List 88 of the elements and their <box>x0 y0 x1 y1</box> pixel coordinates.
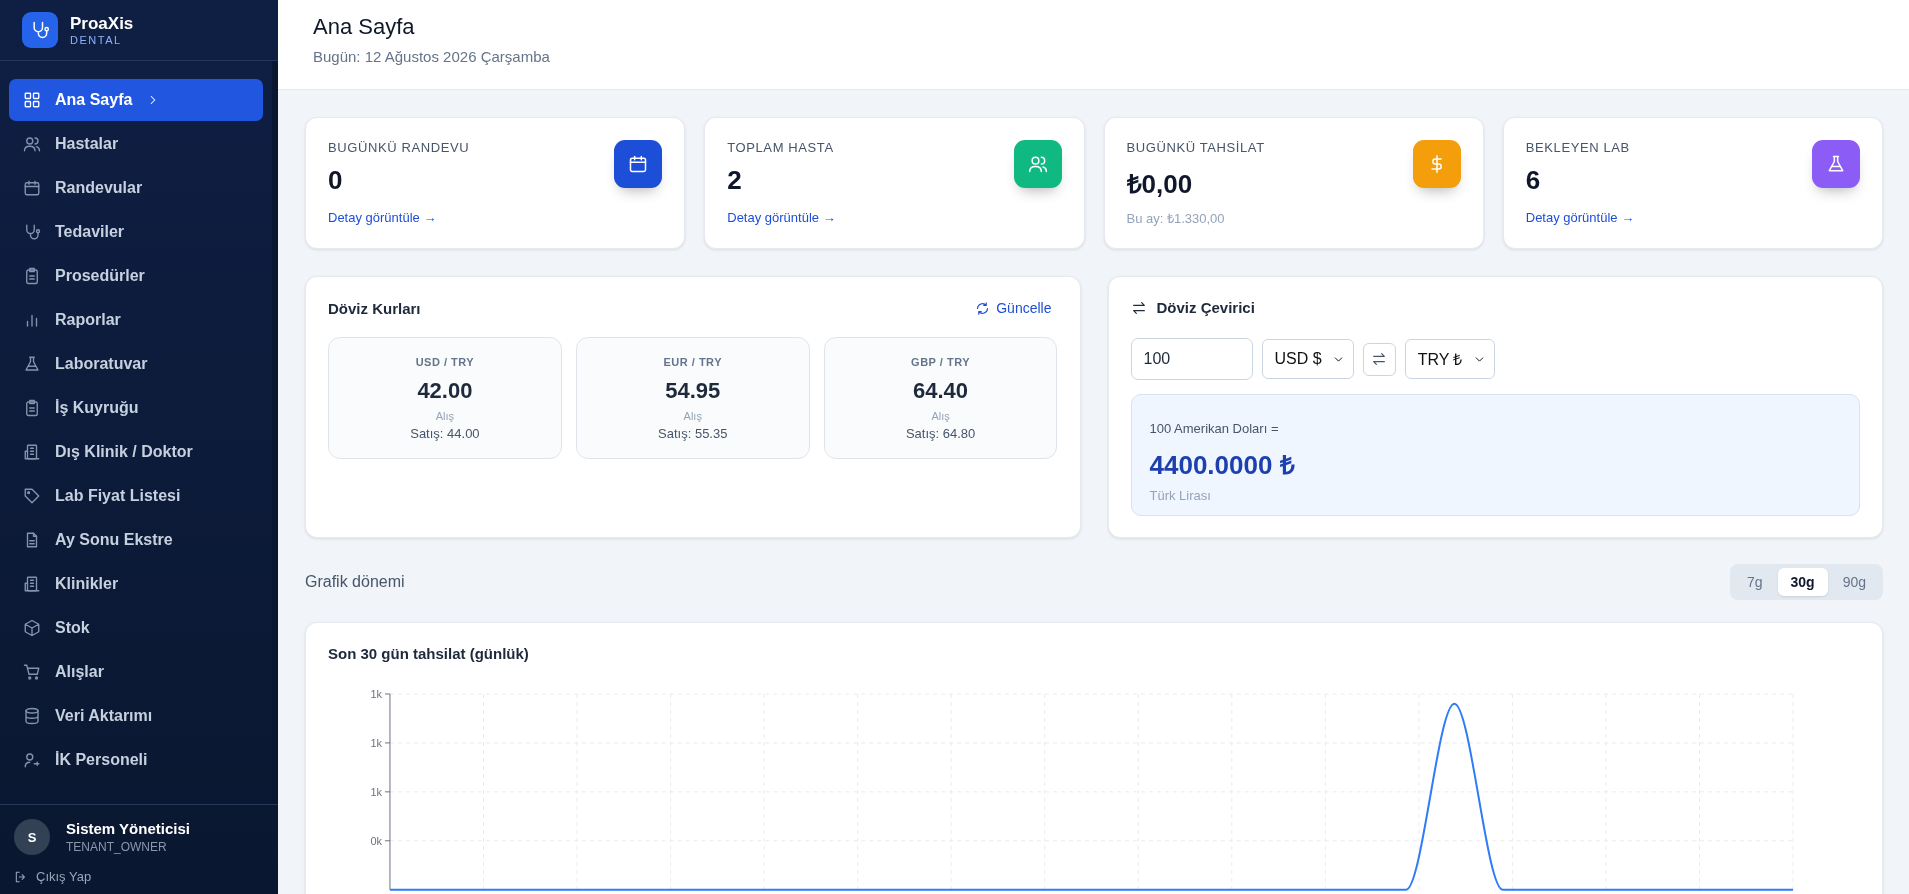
sidebar-item[interactable]: Ay Sonu Ekstre <box>9 519 263 561</box>
sidebar-item[interactable]: Klinikler <box>9 563 263 605</box>
flask-icon <box>1826 154 1846 174</box>
axis-tick-label: 1k <box>370 736 382 749</box>
user-avatar: S <box>14 819 50 855</box>
stat-label: BUGÜNKÜ TAHSİLAT <box>1126 140 1266 155</box>
building-icon <box>23 443 41 461</box>
to-currency-select[interactable]: TRY ₺ <box>1404 339 1495 379</box>
currency-pair: EUR / TRY <box>663 355 722 368</box>
buy-label: Alış <box>931 409 950 422</box>
refresh-icon <box>975 300 991 316</box>
axis-tick-label: 0k <box>370 834 382 847</box>
user-role: TENANT_OWNER <box>66 840 168 854</box>
refresh-button[interactable]: Güncelle <box>969 299 1058 317</box>
swap-icon <box>1371 351 1388 367</box>
stat-label: TOPLAM HASTA <box>727 140 835 155</box>
sidebar-item[interactable]: Alışlar <box>9 651 263 693</box>
axis-tick-label: 1k <box>370 688 382 700</box>
database-icon <box>23 707 41 725</box>
panel-title: Döviz Çevirici <box>1156 299 1255 316</box>
building-icon <box>23 575 41 593</box>
stat-label: BEKLEYEN LAB <box>1525 140 1631 155</box>
brand-name: ProaXis <box>70 14 134 34</box>
sidebar-item[interactable]: Stok <box>9 607 263 649</box>
buy-rate: 42.00 <box>417 377 473 404</box>
sidebar-item[interactable]: Ana Sayfa <box>9 79 263 121</box>
sidebar-item[interactable]: Veri Aktarımı <box>9 695 263 737</box>
sell-rate: Satış: 64.80 <box>905 425 976 441</box>
from-currency-select[interactable]: USD $ <box>1261 339 1354 379</box>
detail-link[interactable]: Detay görüntüle → <box>1525 210 1812 225</box>
detail-link[interactable]: Detay görüntüle → <box>328 210 615 225</box>
stat-value: ₺0,00 <box>1126 168 1194 201</box>
period-label: Grafik dönemi <box>305 573 405 591</box>
sidebar-item[interactable]: Tedaviler <box>9 211 263 253</box>
flask-icon <box>23 355 41 373</box>
calendar-icon <box>23 179 41 197</box>
buy-label: Alış <box>435 409 455 422</box>
stethoscope-icon <box>30 20 50 40</box>
sell-rate: Satış: 55.35 <box>658 425 728 441</box>
panel-title: Döviz Kurları <box>328 299 421 317</box>
tag-icon <box>23 487 41 505</box>
calendar-icon <box>628 154 649 174</box>
grid-icon <box>23 91 41 109</box>
result-value: 4400.0000 ₺ <box>1149 449 1296 482</box>
buy-rate: 64.40 <box>913 377 969 404</box>
sidebar-item[interactable]: Prosedürler <box>9 255 263 297</box>
logout-link[interactable]: Çıkış Yap <box>36 869 92 884</box>
users-icon <box>23 135 41 153</box>
swap-button[interactable] <box>1362 342 1396 376</box>
sidebar-item[interactable]: Lab Fiyat Listesi <box>9 475 263 517</box>
users-icon <box>1027 154 1048 174</box>
cart-icon <box>23 663 41 681</box>
sidebar-item[interactable]: İK Personeli <box>9 739 263 781</box>
period-tab[interactable]: 30g <box>1777 568 1828 596</box>
clipboard-icon <box>23 399 41 417</box>
currency-pair: GBP / TRY <box>911 355 970 368</box>
buy-rate: 54.95 <box>665 377 721 404</box>
buy-label: Alış <box>683 409 702 422</box>
stat-note: Bu ay: ₺1.330,00 <box>1126 210 1226 227</box>
period-tab[interactable]: 90g <box>1829 568 1879 596</box>
currency-pair: USD / TRY <box>415 355 475 368</box>
page-title: Ana Sayfa <box>313 14 416 40</box>
stat-value: 6 <box>1525 165 1542 196</box>
logout-icon <box>14 869 28 884</box>
brand-subtitle: DENTAL <box>70 34 123 46</box>
sidebar-item[interactable]: Dış Klinik / Doktor <box>9 431 263 473</box>
result-caption: 100 Amerikan Doları = <box>1149 421 1280 436</box>
clipboard-icon <box>23 267 41 285</box>
stat-label: BUGÜNKÜ RANDEVU <box>328 140 471 155</box>
result-unit: Türk Lirası <box>1149 488 1212 503</box>
axis-tick-label: 1k <box>370 785 382 798</box>
amount-input[interactable]: 100 <box>1130 338 1253 380</box>
detail-link[interactable]: Detay görüntüle → <box>727 210 1014 225</box>
user-name: Sistem Yöneticisi <box>66 820 190 837</box>
sell-rate: Satış: 44.00 <box>410 425 480 441</box>
sidebar-item[interactable]: İş Kuyruğu <box>9 387 263 429</box>
stat-value: 2 <box>727 165 743 196</box>
period-tab[interactable]: 7g <box>1733 568 1776 596</box>
stat-value: 0 <box>328 165 344 196</box>
sidebar-item[interactable]: Randevular <box>9 167 263 209</box>
date-text: Bugün: 12 Ağustos 2026 Çarşamba <box>313 48 551 65</box>
stethoscope-icon <box>23 223 41 241</box>
swap-icon <box>1130 299 1147 316</box>
box-icon <box>23 619 41 637</box>
sidebar-item[interactable]: Hastalar <box>9 123 263 165</box>
sidebar-item[interactable]: Laboratuvar <box>9 343 263 385</box>
sidebar-item[interactable]: Raporlar <box>9 299 263 341</box>
chart-title: Son 30 gün tahsilat (günlük) <box>328 645 530 662</box>
